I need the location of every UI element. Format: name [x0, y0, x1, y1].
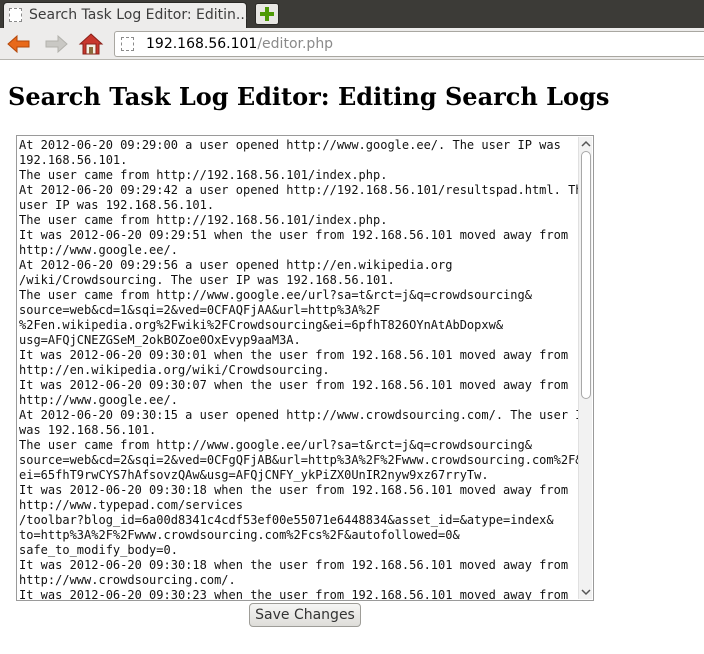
- scroll-down-icon[interactable]: [581, 587, 591, 597]
- log-line: http://en.wikipedia.org/wiki/Crowdsourci…: [19, 363, 330, 377]
- log-line: At 2012-06-20 09:30:15 a user opened htt…: [19, 408, 590, 422]
- log-textarea[interactable]: At 2012-06-20 09:29:00 a user opened htt…: [16, 135, 594, 601]
- log-line: was 192.168.56.101.: [19, 423, 157, 437]
- log-line: It was 2012-06-20 09:30:18 when the user…: [19, 558, 569, 572]
- log-line: At 2012-06-20 09:29:56 a user opened htt…: [19, 258, 453, 272]
- scroll-up-icon[interactable]: [581, 139, 591, 149]
- log-line: http://www.crowdsourcing.com/.: [19, 573, 236, 587]
- log-line: The user came from http://192.168.56.101…: [19, 213, 388, 227]
- plus-icon: [260, 7, 274, 21]
- log-line: 192.168.56.101.: [19, 153, 128, 167]
- log-line: source=web&cd=1&sqi=2&ved=0CFAQFjAA&url=…: [19, 303, 381, 317]
- url-host: 192.168.56.101: [146, 36, 258, 52]
- back-button[interactable]: [6, 32, 32, 56]
- back-arrow-icon: [7, 34, 30, 54]
- log-line: It was 2012-06-20 09:30:23 when the user…: [19, 588, 569, 601]
- log-line: usg=AFQjCNEZGSeM_2okBOZoe0OxEvyp9aaM3A.: [19, 333, 301, 347]
- log-line: It was 2012-06-20 09:30:01 when the user…: [19, 348, 569, 362]
- log-line: At 2012-06-20 09:29:42 a user opened htt…: [19, 183, 590, 197]
- page-icon: [9, 8, 22, 22]
- page-icon: [121, 37, 134, 51]
- log-line: It was 2012-06-20 09:30:18 when the user…: [19, 483, 569, 497]
- log-line: http://www.typepad.com/services: [19, 498, 243, 512]
- log-line: user IP was 192.168.56.101.: [19, 198, 215, 212]
- log-line: ei=65fhT9rwCYS7hAfsovzQAw&usg=AFQjCNFY_y…: [19, 468, 489, 482]
- home-button[interactable]: [78, 32, 104, 56]
- log-line: The user came from http://www.google.ee/…: [19, 288, 532, 302]
- forward-button[interactable]: [43, 32, 69, 56]
- tab-title: Search Task Log Editor: Editin...: [29, 7, 250, 23]
- log-line: to=http%3A%2F%2Fwww.crowdsourcing.com%2F…: [19, 528, 460, 542]
- log-text[interactable]: At 2012-06-20 09:29:00 a user opened htt…: [19, 138, 590, 601]
- log-line: It was 2012-06-20 09:30:07 when the user…: [19, 378, 569, 392]
- new-tab-button[interactable]: [255, 3, 279, 25]
- scrollbar-thumb[interactable]: [581, 151, 591, 399]
- log-line: The user came from http://www.google.ee/…: [19, 438, 532, 452]
- log-line: safe_to_modify_body=0.: [19, 543, 178, 557]
- home-icon: [78, 33, 104, 55]
- log-line: source=web&cd=2&sqi=2&ved=0CFgQFjAB&url=…: [19, 453, 583, 467]
- forward-arrow-icon: [45, 34, 68, 54]
- tab-bar: Search Task Log Editor: Editin...: [0, 0, 704, 28]
- log-line: /toolbar?blog_id=6a00d8341c4cdf53ef00e55…: [19, 513, 554, 527]
- browser-tab[interactable]: Search Task Log Editor: Editin...: [3, 2, 250, 28]
- log-line: %2Fen.wikipedia.org%2Fwiki%2FCrowdsourci…: [19, 318, 504, 332]
- log-line: /wiki/Crowdsourcing. The user IP was 192…: [19, 273, 395, 287]
- log-line: http://www.google.ee/.: [19, 393, 178, 407]
- url-path: /editor.php: [257, 36, 334, 52]
- page-title: Search Task Log Editor: Editing Search L…: [8, 82, 610, 111]
- url-text: 192.168.56.101/editor.php: [146, 36, 333, 52]
- log-line: It was 2012-06-20 09:29:51 when the user…: [19, 228, 569, 242]
- save-changes-button[interactable]: Save Changes: [249, 603, 361, 627]
- navigation-bar: 192.168.56.101/editor.php: [0, 28, 704, 60]
- scrollbar[interactable]: [578, 137, 592, 599]
- log-line: At 2012-06-20 09:29:00 a user opened htt…: [19, 138, 561, 152]
- address-bar[interactable]: 192.168.56.101/editor.php: [114, 31, 704, 57]
- log-line: The user came from http://192.168.56.101…: [19, 168, 388, 182]
- log-line: http://www.google.ee/.: [19, 243, 178, 257]
